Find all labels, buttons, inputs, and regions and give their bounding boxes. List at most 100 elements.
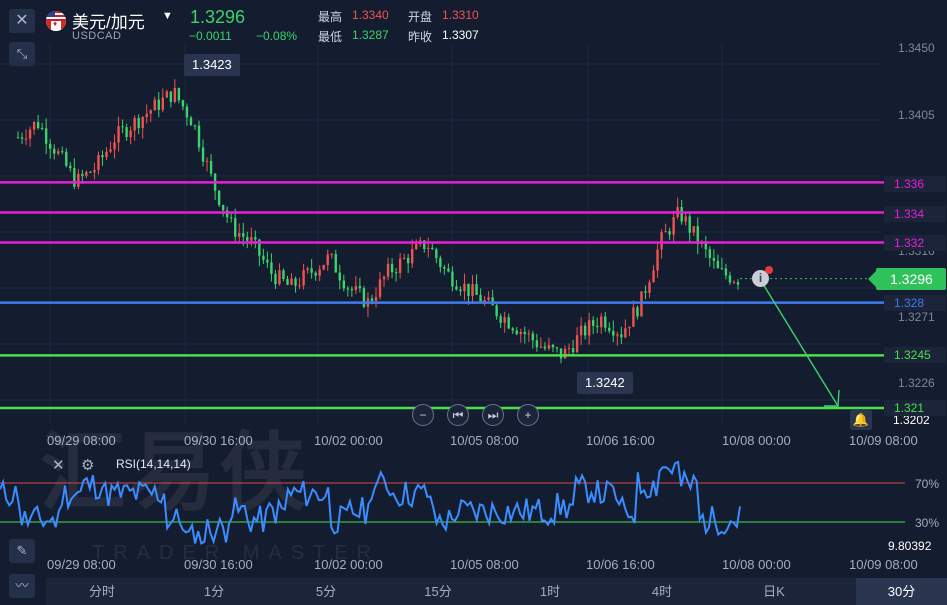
level-tag[interactable]: 1.336 [884,176,946,192]
time-axis-label: 10/06 16:00 [586,433,655,448]
candle-body [358,286,362,289]
candle-body [250,237,253,241]
tab-period[interactable]: 1分 [184,578,244,605]
candle-body [688,216,691,233]
price-axis-label: 1.3450 [898,41,935,55]
symbol-code: USDCAD [72,30,122,42]
candle-body [28,129,32,139]
level-tag[interactable]: 1.334 [884,206,946,222]
candle-body [374,296,378,302]
bell-icon[interactable]: 🔔 [850,410,872,430]
candle-body [24,138,28,140]
candle-body [591,320,595,326]
quote-header: ✕ 美元/加元 ▼ USDCAD 1.3296 −0.0011 −0.08% 最… [0,0,947,44]
candle-body [73,168,76,187]
candle-body [346,288,350,290]
candle-body [736,282,740,285]
level-tag[interactable]: 1.3245 [884,347,946,363]
rsi-time-label: 10/05 08:00 [450,557,519,572]
tab-period[interactable]: 15分 [408,578,468,605]
tab-period[interactable]: 日K [744,578,804,605]
candle-body [238,233,241,237]
tab-period[interactable]: 5分 [296,578,356,605]
candle-body [531,333,535,341]
scroll-start-button[interactable]: ⏮ [447,404,469,426]
close-icon[interactable]: ✕ [9,9,35,33]
candle-body [310,268,313,273]
candle-body [495,305,498,317]
chevron-down-icon[interactable]: ▼ [162,10,173,22]
tab-period-active[interactable]: 30分 [856,578,947,605]
candle-body [696,226,699,244]
candle-body [547,344,551,349]
candle-body [680,207,683,222]
candle-body [620,334,623,338]
candle-body [672,217,675,235]
tab-period[interactable]: 1时 [520,578,580,605]
candle-body [600,316,603,328]
candle-body [302,270,305,286]
price-axis-label: 1.3271 [898,310,935,324]
candle-body [471,284,474,296]
candle-body [382,276,386,280]
candle-body [527,333,531,335]
candle-body [221,205,225,211]
tab-period[interactable]: 4时 [632,578,692,605]
candle-body [632,307,635,327]
candle-body [660,232,663,250]
candle-body [121,126,124,128]
candle-body [487,297,490,300]
prev-close-value: 1.3307 [442,28,479,42]
rsi-time-label: 10/02 00:00 [314,557,383,572]
level-tag[interactable]: 1.332 [884,235,946,251]
candle-body [511,328,514,331]
candle-body [596,325,599,328]
candle-body [193,125,197,127]
info-icon[interactable]: i [752,266,773,287]
close-icon[interactable]: ✕ [52,456,65,474]
candle-body [644,291,647,293]
low-callout: 1.3242 [577,372,633,394]
pencil-icon[interactable]: ✎ [9,539,35,563]
candle-body [459,289,462,292]
candle-body [378,279,382,297]
candle-body [40,127,44,129]
candle-body [475,284,478,295]
last-price: 1.3296 [190,7,246,27]
candle-body [65,151,68,166]
candle-body [732,282,736,284]
candle-body [362,288,366,307]
zoom-out-button[interactable]: − [412,404,434,426]
candle-body [515,330,518,335]
zoom-in-button[interactable]: + [517,404,539,426]
candle-body [298,285,301,287]
level-tag[interactable]: 1.328 [884,295,946,311]
candle-body [394,272,398,274]
price-axis-label: 1.3226 [898,376,935,390]
candlestick-plot[interactable] [0,44,947,424]
gear-icon[interactable]: ⚙ [81,456,94,474]
candle-body [234,218,237,237]
candle-body [161,97,165,110]
price-chart[interactable] [0,44,947,424]
candle-body [113,142,116,150]
level-tag[interactable]: 1.321 [884,400,946,416]
candle-body [398,258,402,273]
candle-body [290,278,293,285]
indicator-icon[interactable]: 〰 [9,574,35,598]
rsi-time-label: 10/08 00:00 [722,557,791,572]
candle-body [628,326,631,329]
tab-period[interactable]: 分时 [72,578,132,605]
candle-body [684,216,687,222]
low-value: 1.3287 [352,28,389,42]
candle-body [165,91,169,98]
price-axis-label: 1.3405 [898,108,935,122]
candle-body [342,280,346,289]
candle-body [563,348,567,359]
scroll-end-button[interactable]: ⏭ [482,404,504,426]
candle-body [125,127,128,138]
candle-body [728,275,732,283]
candle-body [567,348,571,350]
candle-body [636,307,639,317]
candle-body [491,297,494,306]
